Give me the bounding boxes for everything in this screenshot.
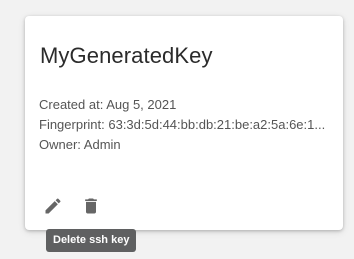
fingerprint-text: Fingerprint: 63:3d:5d:44:bb:db:21:be:a2:… <box>39 117 326 132</box>
created-at-text: Created at: Aug 5, 2021 <box>39 97 177 112</box>
key-details: Created at: Aug 5, 2021 Fingerprint: 63:… <box>39 95 339 155</box>
delete-key-button[interactable] <box>79 194 103 218</box>
pencil-icon <box>45 198 61 214</box>
owner-text: Owner: Admin <box>39 137 121 152</box>
delete-tooltip: Delete ssh key <box>46 229 137 252</box>
card-actions <box>41 194 103 218</box>
trash-icon <box>85 198 97 214</box>
ssh-key-card: MyGeneratedKey Created at: Aug 5, 2021 F… <box>25 16 343 230</box>
key-title: MyGeneratedKey <box>40 43 213 68</box>
edit-key-button[interactable] <box>41 194 65 218</box>
